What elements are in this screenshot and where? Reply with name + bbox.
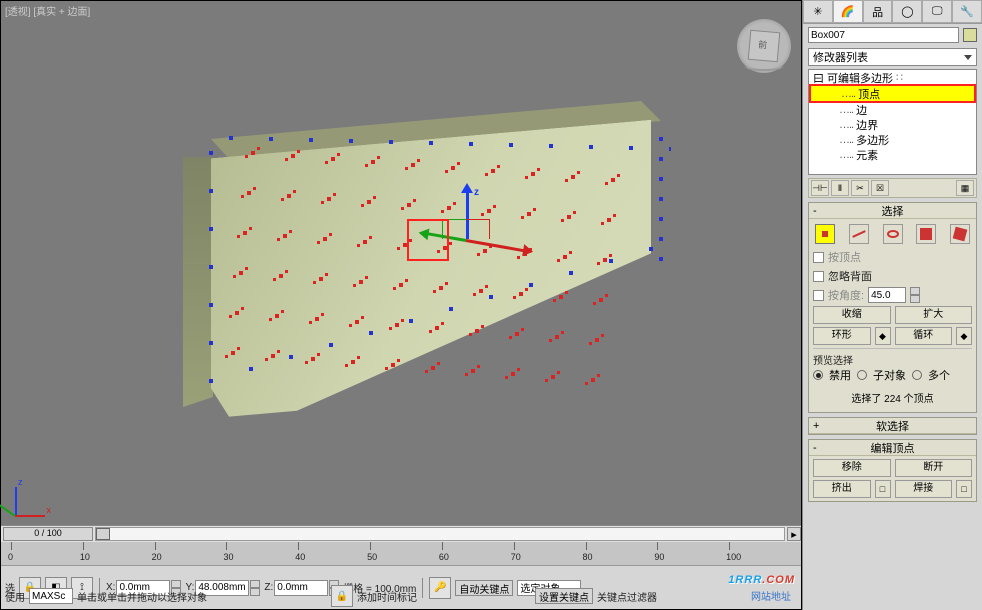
viewcube-compass[interactable] bbox=[744, 61, 784, 71]
subobj-edge-button[interactable] bbox=[849, 224, 869, 244]
polygon-icon bbox=[920, 228, 932, 240]
ignore-backface-checkbox[interactable] bbox=[813, 271, 824, 282]
angle-spinner[interactable] bbox=[910, 287, 920, 303]
timeline[interactable]: 0 / 100 ▸ 0102030405060708090100 bbox=[1, 525, 801, 565]
stack-sub-element[interactable]: …..元素 bbox=[809, 147, 976, 162]
create-icon: ✳ bbox=[813, 5, 822, 18]
loop-button[interactable]: 循环 bbox=[895, 327, 953, 345]
tab-display[interactable]: 🖵 bbox=[922, 0, 952, 23]
command-panel: ✳ 🌈 品 ◯ 🖵 🔧 修改器列表 曰可编辑多边形∷ …..顶点 …..边 ….… bbox=[802, 0, 982, 610]
hierarchy-icon: 品 bbox=[872, 4, 883, 20]
element-icon bbox=[953, 227, 968, 242]
key-filters[interactable]: 关键点过滤器 bbox=[597, 589, 657, 604]
stack-sub-border[interactable]: …..边界 bbox=[809, 117, 976, 132]
lock-selection-icon[interactable]: 🔒 bbox=[331, 585, 353, 607]
rollout-soft-header[interactable]: +软选择 bbox=[809, 418, 976, 434]
angle-input[interactable] bbox=[868, 287, 906, 303]
shrink-button[interactable]: 收缩 bbox=[813, 306, 891, 324]
gizmo-z-label: z bbox=[474, 187, 479, 198]
tab-motion[interactable]: ◯ bbox=[892, 0, 922, 23]
weld-settings-button[interactable]: □ bbox=[956, 480, 972, 498]
command-panel-tabs: ✳ 🌈 品 ◯ 🖵 🔧 bbox=[803, 0, 982, 24]
border-icon bbox=[887, 230, 899, 238]
display-icon: 🖵 bbox=[932, 5, 943, 18]
remove-button[interactable]: 移除 bbox=[813, 459, 891, 477]
break-button[interactable]: 断开 bbox=[895, 459, 973, 477]
motion-icon: ◯ bbox=[901, 5, 913, 18]
stack-sub-edge[interactable]: …..边 bbox=[809, 102, 976, 117]
viewcube[interactable] bbox=[737, 19, 791, 73]
configure-sets-icon[interactable]: ▦ bbox=[956, 180, 974, 196]
ignore-backface-label: 忽略背面 bbox=[828, 268, 872, 284]
weld-button[interactable]: 焊接 bbox=[895, 480, 953, 498]
preview-subobj-radio[interactable] bbox=[857, 370, 867, 380]
by-angle-checkbox[interactable] bbox=[813, 290, 824, 301]
modifier-stack[interactable]: 曰可编辑多边形∷ …..顶点 …..边 …..边界 …..多边形 …..元素 bbox=[808, 69, 977, 175]
world-axis-tripod bbox=[3, 479, 53, 529]
preview-label: 预览选择 bbox=[813, 352, 972, 367]
preview-multi-radio[interactable] bbox=[912, 370, 922, 380]
gizmo-yz-plane[interactable] bbox=[466, 219, 490, 239]
stack-sub-polygon[interactable]: …..多边形 bbox=[809, 132, 976, 147]
rollout-editvert-header[interactable]: -编辑顶点 bbox=[809, 440, 976, 456]
subobj-border-button[interactable] bbox=[883, 224, 903, 244]
rollout-selection: -选择 按顶点 忽略背面 按角度: 收缩 扩大 环形 ◆ bbox=[808, 202, 977, 413]
using-label: 使用 bbox=[5, 589, 25, 604]
modifier-list-label: 修改器列表 bbox=[813, 49, 868, 65]
tab-modify[interactable]: 🌈 bbox=[833, 0, 863, 23]
by-vertex-label: 按顶点 bbox=[828, 249, 861, 265]
viewcube-face-front[interactable] bbox=[748, 30, 781, 63]
modifier-list-dropdown[interactable]: 修改器列表 bbox=[808, 48, 977, 66]
stack-sub-vertex[interactable]: …..顶点 bbox=[811, 86, 974, 101]
prompt-text: 单击或单击并拖动以选择对象 bbox=[77, 589, 327, 604]
rollout-soft-selection: +软选择 bbox=[808, 417, 977, 435]
subobj-polygon-button[interactable] bbox=[916, 224, 936, 244]
preview-off-radio[interactable] bbox=[813, 370, 823, 380]
loop-spinner[interactable]: ◆ bbox=[956, 327, 972, 345]
tab-hierarchy[interactable]: 品 bbox=[863, 0, 893, 23]
annotation-stack-highlight: …..顶点 bbox=[809, 84, 976, 103]
chevron-down-icon bbox=[964, 55, 972, 60]
pin-stack-icon[interactable]: ⊣⊢ bbox=[811, 180, 829, 196]
time-scroll-right[interactable]: ▸ bbox=[787, 527, 801, 541]
ring-button[interactable]: 环形 bbox=[813, 327, 871, 345]
viewport[interactable]: [透视] [真实 + 边面] z bbox=[0, 0, 802, 610]
status-bar: 选 🔒 ◧ ⟟ X: Y: Z: 栅格 = 100.0mm 🔑 自动关键点 使用… bbox=[1, 565, 801, 609]
add-time-tag[interactable]: 添加时间标记 bbox=[357, 589, 417, 604]
make-unique-icon[interactable]: ✂ bbox=[851, 180, 869, 196]
rollout-edit-vertex: -编辑顶点 移除 断开 挤出 □ 焊接 □ bbox=[808, 439, 977, 502]
extrude-settings-button[interactable]: □ bbox=[875, 480, 891, 498]
stack-toolbar: ⊣⊢ Ⅱ ✂ ☒ ▦ bbox=[808, 178, 977, 198]
object-color-swatch[interactable] bbox=[963, 28, 977, 42]
expand-button[interactable]: 扩大 bbox=[895, 306, 973, 324]
selection-count: 选择了 224 个顶点 bbox=[813, 386, 972, 409]
modify-icon: 🌈 bbox=[841, 5, 855, 18]
extrude-button[interactable]: 挤出 bbox=[813, 480, 871, 498]
utilities-icon: 🔧 bbox=[960, 5, 974, 18]
tab-utilities[interactable]: 🔧 bbox=[952, 0, 982, 23]
by-angle-label: 按角度: bbox=[828, 287, 864, 303]
subobj-vertex-button[interactable] bbox=[815, 224, 835, 244]
show-end-result-icon[interactable]: Ⅱ bbox=[831, 180, 849, 196]
ring-spinner[interactable]: ◆ bbox=[875, 327, 891, 345]
edge-icon bbox=[852, 230, 866, 238]
object-name-input[interactable] bbox=[808, 27, 959, 43]
tab-create[interactable]: ✳ bbox=[803, 0, 833, 23]
stack-root[interactable]: 曰可编辑多边形∷ bbox=[809, 70, 976, 85]
set-key-button[interactable]: 设置关键点 bbox=[535, 588, 593, 604]
time-slider[interactable]: 0 / 100 bbox=[3, 527, 93, 541]
by-vertex-checkbox[interactable] bbox=[813, 252, 824, 263]
remove-modifier-icon[interactable]: ☒ bbox=[871, 180, 889, 196]
gizmo-x-axis[interactable] bbox=[466, 239, 526, 252]
rollout-selection-header[interactable]: -选择 bbox=[809, 203, 976, 219]
viewport-label: [透视] [真实 + 边面] bbox=[5, 3, 90, 18]
vertex-icon bbox=[822, 231, 828, 237]
maxscript-field[interactable] bbox=[29, 588, 73, 604]
time-scrollbar[interactable] bbox=[95, 527, 785, 541]
subobj-element-button[interactable] bbox=[950, 224, 970, 244]
annotation-gizmo-highlight bbox=[407, 219, 449, 261]
